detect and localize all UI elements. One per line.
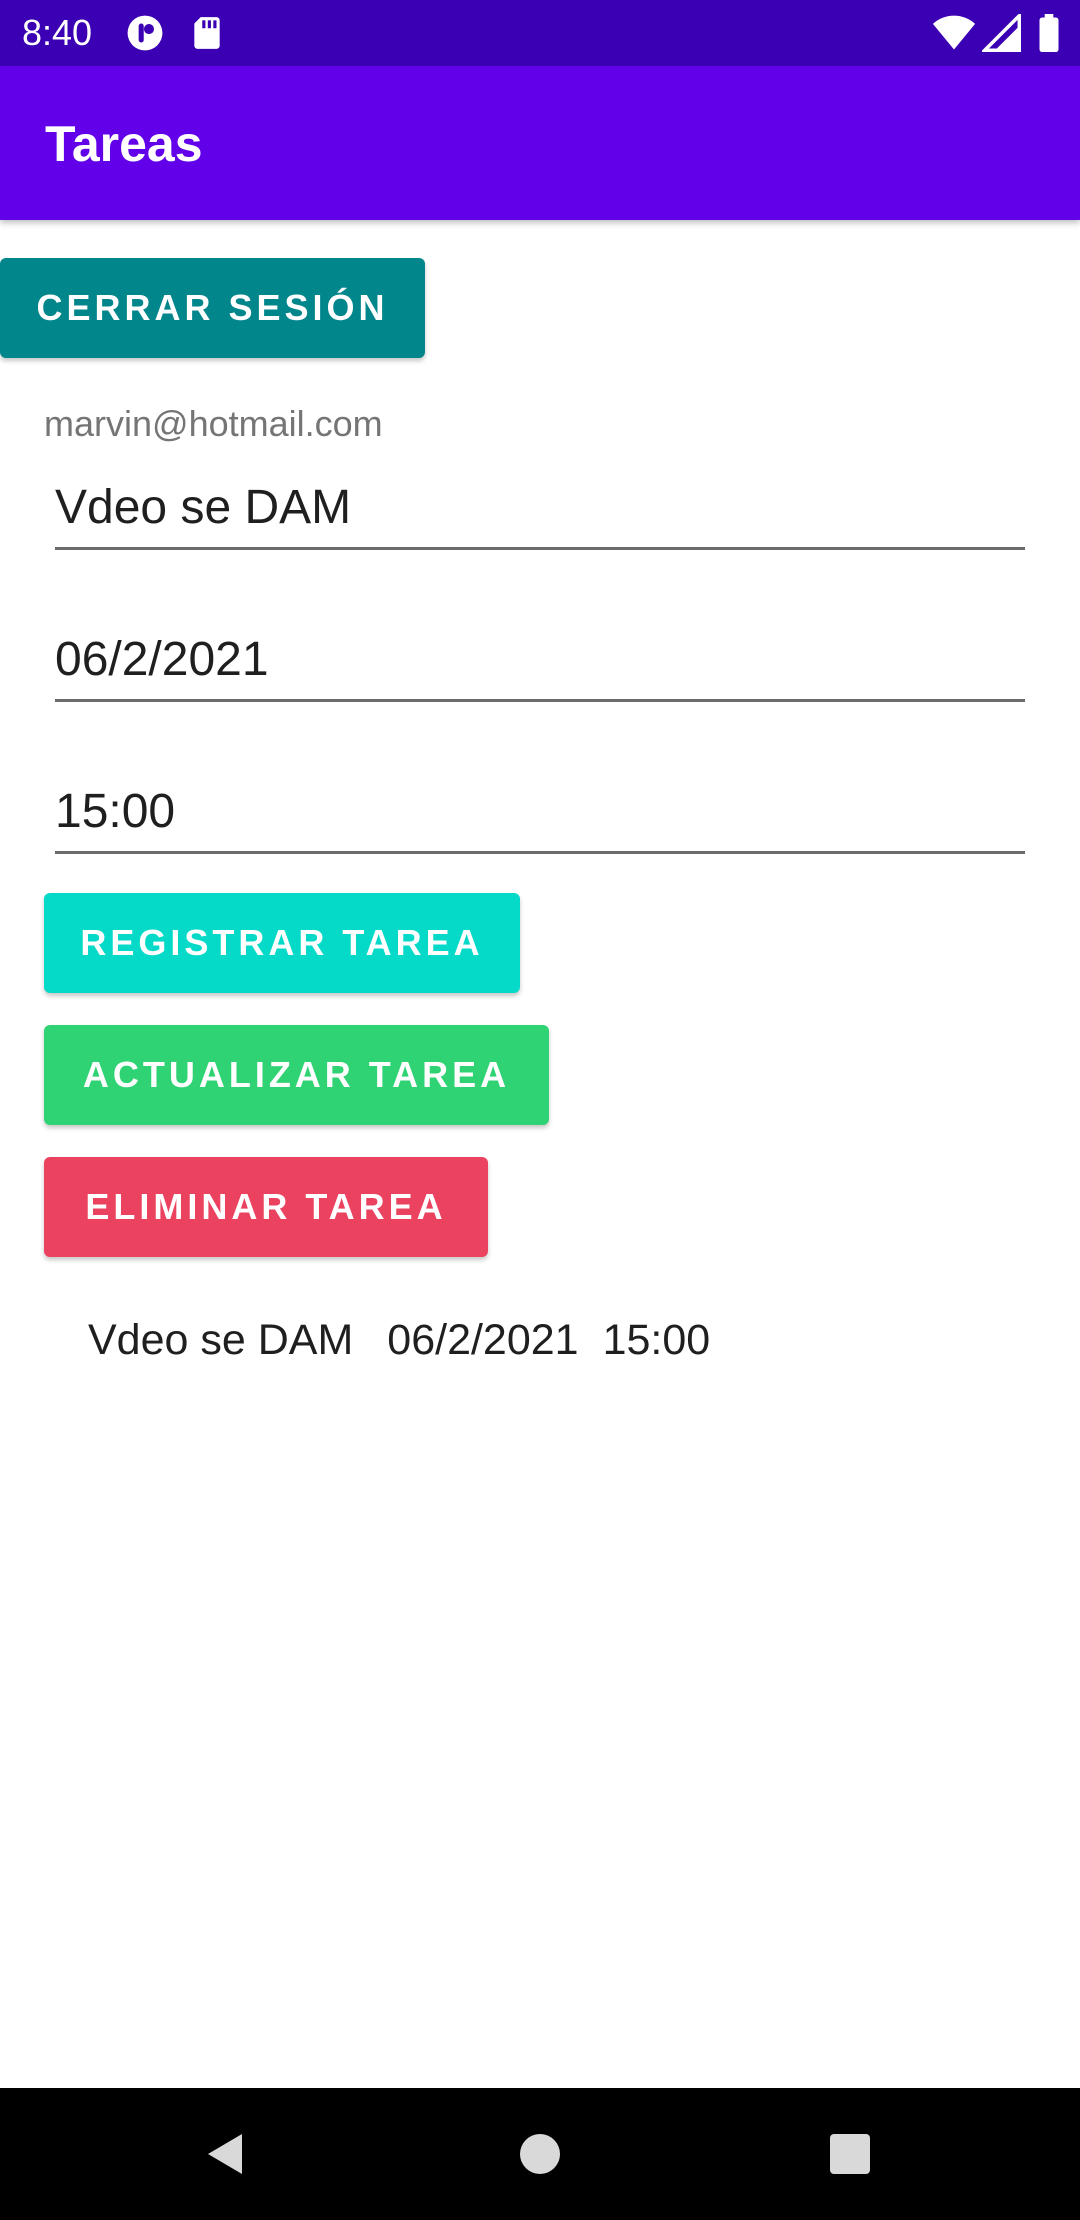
task-time-field[interactable]: 15:00 [55, 768, 1025, 854]
home-icon[interactable] [516, 2130, 564, 2178]
back-icon[interactable] [202, 2130, 250, 2178]
task-time-value: 15:00 [55, 785, 176, 838]
navigation-bar [0, 2088, 1080, 2220]
app-title: Tareas [45, 116, 203, 172]
cell-signal-icon [982, 14, 1022, 52]
task-item-name: Vdeo se DAM [88, 1316, 354, 1364]
recent-apps-icon[interactable] [826, 2130, 874, 2178]
task-list-item[interactable]: Vdeo se DAM 06/2/2021 15:00 [88, 1310, 710, 1370]
user-email: marvin@hotmail.com [44, 403, 383, 444]
task-name-field[interactable]: Vdeo se DAM [55, 464, 1025, 550]
task-date-value: 06/2/2021 [55, 633, 269, 686]
delete-task-button[interactable]: ELIMINAR TAREA [44, 1157, 488, 1257]
task-item-time: 15:00 [602, 1316, 711, 1364]
app-bar: Tareas [0, 66, 1080, 220]
sd-card-icon [188, 14, 226, 52]
status-bar: 8:40 [0, 0, 1080, 66]
update-task-button[interactable]: ACTUALIZAR TAREA [44, 1025, 549, 1125]
task-date-field[interactable]: 06/2/2021 [55, 616, 1025, 702]
status-time: 8:40 [22, 12, 93, 53]
battery-icon [1036, 14, 1062, 52]
task-item-date: 06/2/2021 [387, 1316, 579, 1364]
wifi-icon [932, 14, 976, 52]
register-task-button[interactable]: REGISTRAR TAREA [44, 893, 520, 993]
logout-button[interactable]: CERRAR SESIÓN [0, 258, 425, 358]
notification-app-icon [126, 14, 164, 52]
task-name-value: Vdeo se DAM [55, 481, 352, 534]
